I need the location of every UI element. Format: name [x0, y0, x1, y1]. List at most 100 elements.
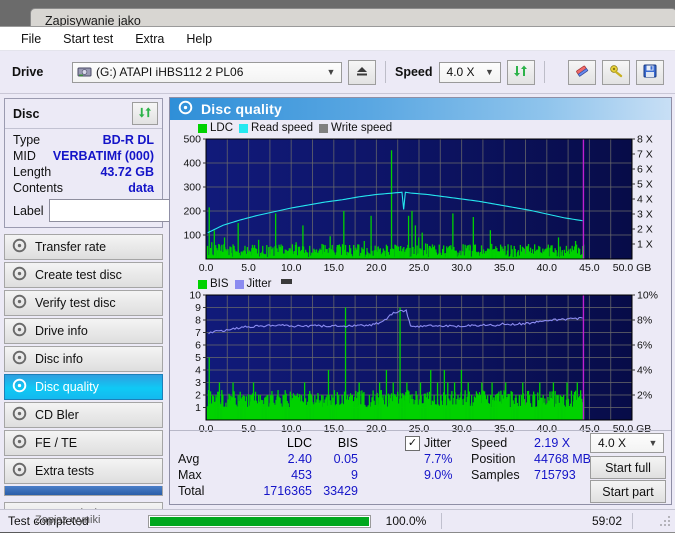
disc-quality-icon	[178, 100, 193, 118]
legend-label: BIS	[210, 278, 229, 290]
svg-text:3: 3	[195, 377, 201, 389]
stats-col-bis: BIS	[337, 436, 358, 450]
svg-text:100: 100	[183, 230, 201, 242]
sidebar-item-fe-te[interactable]: FE / TE	[4, 430, 163, 456]
legend-bottom-chart: BIS Jitter	[170, 275, 671, 291]
jitter-label: Jitter	[424, 436, 452, 450]
svg-text:8: 8	[195, 315, 201, 327]
panel-header: Disc quality	[170, 98, 671, 120]
sidebar-item-label: Drive info	[35, 324, 88, 338]
chevron-down-icon[interactable]: ▼	[645, 438, 661, 448]
resize-grip[interactable]	[659, 515, 671, 527]
svg-text:6 X: 6 X	[637, 164, 653, 176]
test-speed-select[interactable]: 4.0 X ▼	[590, 433, 664, 453]
start-full-button[interactable]: Start full	[590, 456, 666, 479]
elapsed-time: 59:02	[591, 514, 622, 528]
svg-text:5: 5	[195, 352, 201, 364]
jitter-checkbox[interactable]: ✓	[405, 435, 420, 451]
save-button[interactable]	[635, 59, 664, 85]
svg-text:4%: 4%	[637, 365, 652, 377]
samples-stat-value: 715793	[534, 468, 576, 482]
sidebar-item-transfer-rate[interactable]: Transfer rate	[4, 234, 163, 260]
sidebar-item-cd-bler[interactable]: CD Bler	[4, 402, 163, 428]
svg-text:1 X: 1 X	[637, 239, 653, 251]
svg-text:6%: 6%	[637, 340, 652, 352]
drive-value: (G:) ATAPI iHBS112 2 PL06	[96, 65, 244, 79]
disc-group: Disc Type BD-R DL MID VERBATIMf (000) Le…	[4, 98, 255, 228]
disc-bolt-icon	[12, 238, 27, 256]
chevron-down-icon[interactable]: ▼	[323, 67, 339, 77]
speed-stat-key: Speed	[471, 436, 508, 450]
sidebar-item-disc-quality[interactable]: Disc quality	[4, 374, 163, 400]
test-speed-value: 4.0 X	[598, 436, 627, 450]
checkbox-glyph: ✓	[405, 436, 420, 451]
svg-text:30.0: 30.0	[451, 262, 472, 274]
nav-accent-strip	[4, 486, 163, 496]
quality-chart-bis[interactable]: 123456789102%4%6%8%10%0.0 5.0 10.0 15.0 20.0…	[170, 291, 672, 436]
disc-extra-icon	[12, 462, 27, 480]
stats-avg-ldc: 2.40	[287, 452, 312, 466]
eraser-icon	[574, 64, 590, 81]
sidebar-item-label: Disc quality	[35, 380, 99, 394]
legend-swatch-write-speed	[319, 123, 329, 133]
legend-top-chart: LDC Read speed Write speed	[170, 120, 671, 135]
svg-text:35.0: 35.0	[494, 262, 515, 274]
sidebar-item-create-test-disc[interactable]: Create test disc	[4, 262, 163, 288]
status-divider-2	[632, 513, 633, 529]
refresh-icon	[513, 64, 528, 81]
sidebar-item-label: Verify test disc	[35, 296, 116, 310]
stats-avg-bis: 0.05	[333, 452, 358, 466]
jitter-avg-value: 7.7%	[424, 452, 453, 466]
sidebar-item-extra-tests[interactable]: Extra tests	[4, 458, 163, 484]
sidebar-item-verify-test-disc[interactable]: Verify test disc	[4, 290, 163, 316]
svg-text:9: 9	[195, 302, 201, 314]
settings-button[interactable]	[601, 59, 630, 85]
disc-row-value: 43.72 GB	[100, 165, 154, 179]
sidebar-item-label: Create test disc	[35, 268, 122, 282]
svg-text:0.0: 0.0	[199, 262, 214, 274]
legend-item-bis: BIS	[198, 278, 229, 290]
svg-text:7 X: 7 X	[637, 149, 653, 161]
drive-toolbar: Drive (G:) ATAPI iHBS112 2 PL06 ▼ Speed …	[0, 51, 675, 94]
progress-percent: 100.0%	[385, 514, 427, 528]
drive-icon	[77, 65, 93, 79]
disc-row-key: MID	[13, 149, 36, 163]
menu-item-extra[interactable]: Extra	[124, 30, 175, 48]
stats-row-max-key: Max	[178, 468, 202, 482]
menu-item-start-test[interactable]: Start test	[52, 30, 124, 48]
menu-item-file[interactable]: File	[10, 30, 52, 48]
disc-label-key: Label	[13, 203, 44, 218]
eject-button[interactable]	[348, 59, 376, 85]
sidebar-item-disc-info[interactable]: Disc info	[4, 346, 163, 372]
svg-text:7: 7	[195, 327, 201, 339]
menu-item-help[interactable]: Help	[175, 30, 223, 48]
sidebar-item-label: CD Bler	[35, 408, 79, 422]
disc-row: MID VERBATIMf (000)	[5, 148, 162, 164]
disc-row: Type BD-R DL	[5, 132, 162, 148]
disc-refresh-button[interactable]	[132, 102, 158, 125]
speed-label: Speed	[395, 65, 433, 79]
drive-label: Drive	[12, 65, 44, 79]
speed-select[interactable]: 4.0 X ▼	[438, 61, 501, 83]
main-body: Disc Type BD-R DL MID VERBATIMf (000) Le…	[0, 94, 675, 526]
svg-text:2%: 2%	[637, 390, 652, 402]
svg-text:300: 300	[183, 182, 201, 194]
clear-button[interactable]	[567, 59, 596, 85]
progress-fill	[150, 516, 369, 526]
stats-max-bis: 9	[351, 468, 358, 482]
disc-row-value: VERBATIMf (000)	[52, 149, 154, 163]
disc-group-title: Disc	[13, 106, 40, 121]
chevron-down-icon[interactable]: ▼	[482, 67, 498, 77]
legend-item-write-speed: Write speed	[319, 122, 392, 134]
legend-item-jitter: Jitter	[234, 278, 271, 290]
sidebar: Disc Type BD-R DL MID VERBATIMf (000) Le…	[0, 94, 255, 526]
quality-chart-ldc[interactable]: 100 200 300 400 500 1 X 2 X 3 X 4 X 5 X 6 X 7 X 8 X 0…	[170, 135, 672, 275]
sidebar-item-drive-info[interactable]: Drive info	[4, 318, 163, 344]
speed-value: 4.0 X	[446, 65, 475, 79]
start-part-button[interactable]: Start part	[590, 480, 666, 503]
refresh-button[interactable]	[506, 59, 535, 85]
disc-check-icon	[12, 294, 27, 312]
opti-drive-control-window: File Start test Extra Help Drive (G:) AT…	[0, 26, 675, 532]
drive-select[interactable]: (G:) ATAPI iHBS112 2 PL06 ▼	[72, 61, 342, 83]
svg-text:200: 200	[183, 206, 201, 218]
